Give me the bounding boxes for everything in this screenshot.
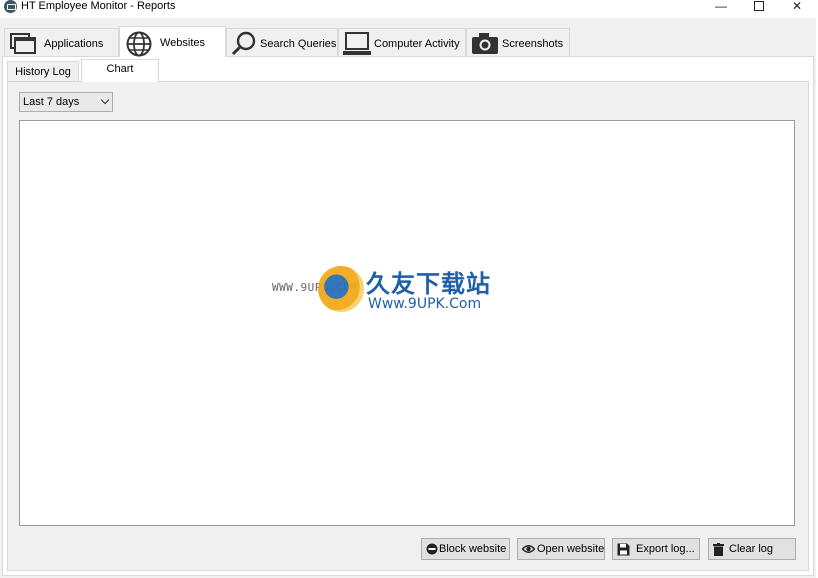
tab-label: Websites	[160, 37, 206, 49]
floppy-icon	[617, 543, 630, 556]
clear-log-label: Clear log	[729, 543, 774, 555]
windows-icon	[10, 33, 36, 54]
export-log-label: Export log...	[636, 543, 695, 555]
open-website-label: Open website	[537, 543, 605, 555]
block-website-label: Block website	[439, 543, 507, 555]
tab-search-queries[interactable]: Search Queries	[226, 28, 338, 56]
open-website-button[interactable]: Open website	[517, 538, 605, 560]
maximize-icon	[754, 1, 764, 11]
tab-screenshots[interactable]: Screenshots	[466, 28, 570, 56]
block-icon	[426, 543, 438, 555]
tab-label: Screenshots	[502, 38, 564, 50]
period-select-value: Last 7 days	[23, 96, 80, 108]
eye-icon	[522, 545, 535, 553]
tab-label: Applications	[44, 38, 104, 50]
window-title: HT Employee Monitor - Reports	[21, 0, 176, 12]
close-button[interactable]: ✕	[782, 0, 812, 14]
chart-panel: Last 7 days WWW.9UPK.COM 久友下载站 Www.9UPK.…	[7, 81, 809, 571]
title-bar: HT Employee Monitor - Reports — ✕	[0, 0, 818, 18]
tab-history-log[interactable]: History Log	[7, 61, 79, 81]
chart-area: WWW.9UPK.COM 久友下载站 Www.9UPK.Com	[19, 120, 795, 526]
main-area: Applications Websites Search Queries Com…	[0, 18, 816, 578]
websites-panel: History Log Chart Last 7 days WWW.9UPK.C…	[2, 56, 814, 576]
export-log-button[interactable]: Export log...	[612, 538, 700, 560]
tab-chart[interactable]: Chart	[81, 59, 159, 82]
tab-computer-activity[interactable]: Computer Activity	[338, 28, 466, 56]
watermark-subtitle: Www.9UPK.Com	[368, 296, 482, 312]
maximize-button[interactable]	[744, 0, 774, 14]
clear-log-button[interactable]: Clear log	[708, 538, 796, 560]
globe-icon	[126, 31, 152, 57]
main-tab-bar: Applications Websites Search Queries Com…	[0, 26, 818, 57]
block-website-button[interactable]: Block website	[421, 538, 510, 560]
tab-label: Computer Activity	[374, 38, 460, 50]
camera-icon	[472, 33, 498, 54]
tab-websites[interactable]: Websites	[119, 26, 226, 57]
period-select[interactable]: Last 7 days	[19, 92, 113, 112]
watermark-title: 久友下载站	[366, 270, 491, 298]
watermark: WWW.9UPK.COM 久友下载站 Www.9UPK.Com	[272, 264, 522, 324]
trash-icon	[713, 543, 724, 556]
magnifier-icon	[231, 31, 256, 56]
app-logo-icon	[4, 0, 17, 13]
minimize-button[interactable]: —	[706, 0, 736, 14]
watermark-logo	[318, 266, 364, 312]
chevron-down-icon	[100, 95, 110, 105]
tab-applications[interactable]: Applications	[4, 28, 119, 56]
laptop-icon	[343, 32, 371, 55]
tab-label: Search Queries	[260, 38, 337, 50]
